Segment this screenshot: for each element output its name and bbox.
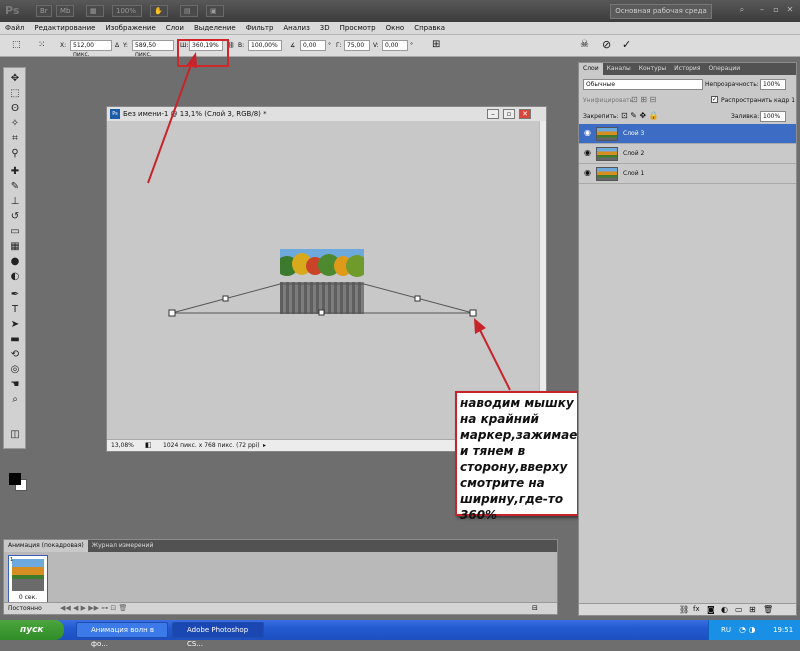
lock-label: Закрепить: — [583, 113, 619, 120]
loop-select[interactable]: Постоянно — [8, 603, 42, 614]
task-browser[interactable]: Анимация волн в фо... — [76, 622, 168, 648]
handle-bottom-mid — [318, 309, 325, 316]
tab-animation-frames[interactable]: Анимация (покадровая) — [4, 540, 88, 552]
lock-icons[interactable]: ⊡ ✎ ✥ 🔒 — [621, 111, 659, 120]
handle-top-left-mid — [222, 295, 229, 302]
fill-field[interactable]: 100% — [760, 111, 786, 122]
opacity-field[interactable]: 100% — [760, 79, 786, 90]
layer-row-3[interactable]: ◉ Слой 3 — [579, 124, 796, 144]
layers-panel: Слои Каналы Контуры История Операции Обычные… — [578, 62, 797, 616]
tab-layers[interactable]: Слои — [579, 63, 603, 75]
frame-thumbnail — [12, 559, 44, 591]
tab-history[interactable]: История — [670, 63, 704, 75]
timeline-mode-icon[interactable]: ⊟ — [532, 603, 538, 614]
eye-icon[interactable]: ◉ — [584, 169, 592, 177]
eye-icon[interactable]: ◉ — [584, 129, 592, 137]
clock: 19:51 — [773, 626, 794, 634]
propagate-checkbox[interactable]: ✓ — [711, 96, 718, 103]
animation-controls: Постоянно ◀◀ ◀ ▶ ▶▶ ⊶ ⊡ 🗑 ⊟ — [4, 602, 557, 614]
handle-top-right-mid — [414, 295, 421, 302]
arrow-to-width-field — [147, 61, 193, 184]
new-group-icon[interactable]: ▭ — [735, 605, 743, 614]
language-indicator[interactable]: RU — [721, 620, 731, 640]
handle-right — [469, 309, 477, 317]
layer-thumbnail — [596, 127, 618, 141]
frame-delay[interactable]: 0 сек. — [9, 594, 47, 601]
task-photoshop[interactable]: Adobe Photoshop CS... — [172, 622, 264, 648]
system-tray: RU ◔ ◑ 19:51 — [708, 620, 800, 640]
tab-channels[interactable]: Каналы — [603, 63, 635, 75]
panel-tabs: Слои Каналы Контуры История Операции — [579, 63, 796, 75]
tab-measurement-log[interactable]: Журнал измерений — [88, 540, 158, 552]
blend-mode-select[interactable]: Обычные — [583, 79, 703, 90]
start-button[interactable]: пуск — [0, 620, 64, 640]
unify-icons[interactable]: ⊡ ⊞ ⊟ — [631, 95, 656, 104]
tab-actions[interactable]: Операции — [704, 63, 744, 75]
adjustment-layer-icon[interactable]: ◐ — [721, 605, 728, 614]
playback-controls-icon[interactable]: ◀◀ ◀ ▶ ▶▶ ⊶ ⊡ 🗑 — [60, 603, 127, 614]
layer-thumbnail — [596, 147, 618, 161]
annotation-callout: наводим мышку на крайний маркер,зажимаем… — [455, 391, 587, 522]
new-layer-icon[interactable]: ⊞ — [749, 605, 756, 614]
tab-paths[interactable]: Контуры — [635, 63, 670, 75]
arrow-to-handle — [479, 329, 511, 391]
animation-panel: Анимация (покадровая) Журнал измерений 1 … — [3, 539, 558, 615]
layer-row-1[interactable]: ◉ Слой 1 — [579, 164, 796, 184]
fill-label: Заливка: — [731, 113, 760, 120]
opacity-label: Непрозрачность: — [705, 81, 759, 88]
eye-icon[interactable]: ◉ — [584, 149, 592, 157]
animation-frame[interactable]: 1 0 сек. — [8, 555, 48, 603]
layers-panel-footer: ⛓ fx ◙ ◐ ▭ ⊞ 🗑 — [579, 603, 796, 615]
animation-tabs: Анимация (покадровая) Журнал измерений — [4, 540, 557, 552]
link-layers-icon[interactable]: ⛓ — [679, 605, 689, 614]
transform-top-edge — [171, 283, 474, 314]
tray-icons[interactable]: ◔ ◑ — [739, 620, 756, 640]
add-mask-icon[interactable]: ◙ — [707, 605, 715, 614]
propagate-label: Распространить кадр 1 — [721, 97, 796, 104]
layer-name: Слой 2 — [623, 150, 645, 157]
layer-name: Слой 1 — [623, 170, 645, 177]
width-field-highlight — [177, 39, 229, 67]
handle-left — [168, 309, 176, 317]
windows-taskbar: пуск Анимация волн в фо... Adobe Photosh… — [0, 620, 800, 648]
frame-number: 1 — [10, 557, 14, 563]
unify-label: Унифицировать: — [583, 97, 636, 104]
layer-name: Слой 3 — [623, 130, 645, 137]
fx-icon[interactable]: fx — [693, 605, 700, 613]
trash-icon[interactable]: 🗑 — [763, 605, 773, 614]
layer-thumbnail — [596, 167, 618, 181]
layer-row-2[interactable]: ◉ Слой 2 — [579, 144, 796, 164]
